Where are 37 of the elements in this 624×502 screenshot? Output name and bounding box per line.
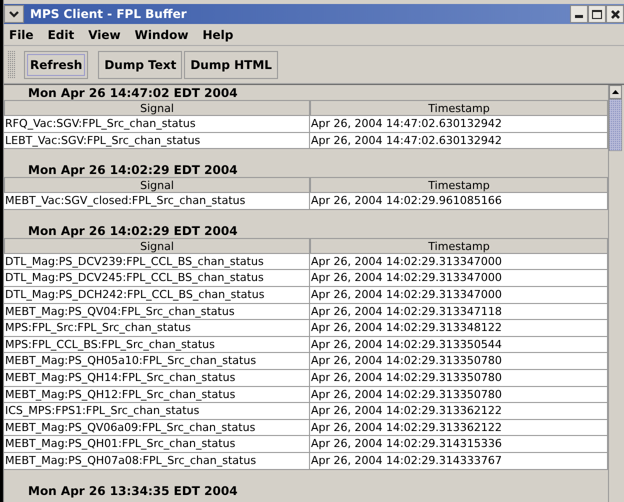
table-cell: Apr 26, 2004 14:02:29.314333767 (310, 452, 608, 470)
close-button[interactable] (606, 5, 624, 23)
column-header[interactable]: Timestamp (310, 100, 608, 116)
group-timestamp: Mon Apr 26 14:02:29 EDT 2004 (27, 222, 239, 238)
scroll-up-icon (612, 90, 619, 94)
column-header[interactable]: Signal (4, 238, 310, 254)
minimize-icon (575, 15, 583, 18)
menu-item[interactable]: Help (202, 26, 234, 44)
close-icon (610, 10, 620, 18)
table-cell: MEBT_Vac:SGV_closed:FPL_Src_chan_status (4, 193, 310, 210)
toolbar-grip-icon (8, 50, 16, 78)
group-timestamp: Mon Apr 26 14:02:29 EDT 2004 (27, 162, 239, 178)
minimize-button[interactable] (570, 5, 588, 23)
toolbar-button[interactable]: Dump Text (98, 50, 182, 78)
column-header[interactable]: Timestamp (310, 177, 608, 194)
chevron-down-icon (9, 10, 19, 18)
table-cell: Apr 26, 2004 14:02:29.961085166 (310, 193, 608, 210)
column-header[interactable]: Timestamp (310, 238, 608, 254)
scroll-thumb[interactable] (609, 99, 622, 151)
maximize-button[interactable] (588, 5, 606, 23)
menu-item[interactable]: File (9, 26, 34, 44)
table-cell: MEBT_Mag:PS_QH07a08:FPL_Src_chan_status (4, 452, 310, 470)
column-header[interactable]: Signal (4, 177, 310, 194)
toolbar-button[interactable]: Refresh (24, 50, 88, 78)
group-timestamp: Mon Apr 26 14:47:02 EDT 2004 (27, 85, 239, 100)
scrollbar[interactable] (608, 85, 622, 502)
group-timestamp: Mon Apr 26 13:34:35 EDT 2004 (27, 482, 239, 498)
column-header[interactable]: Signal (4, 100, 310, 116)
window-menu-button[interactable] (4, 5, 24, 23)
menu-item[interactable]: View (88, 26, 121, 44)
toolbar-button[interactable]: Dump HTML (184, 50, 278, 78)
window-title: MPS Client - FPL Buffer (30, 6, 188, 23)
menu-item[interactable]: Edit (48, 26, 74, 44)
menu-item[interactable]: Window (134, 26, 188, 44)
table-cell: Apr 26, 2004 14:47:02.630132942 (310, 132, 608, 150)
table-cell: LEBT_Vac:SGV:FPL_Src_chan_status (4, 132, 310, 150)
maximize-icon (592, 10, 602, 18)
